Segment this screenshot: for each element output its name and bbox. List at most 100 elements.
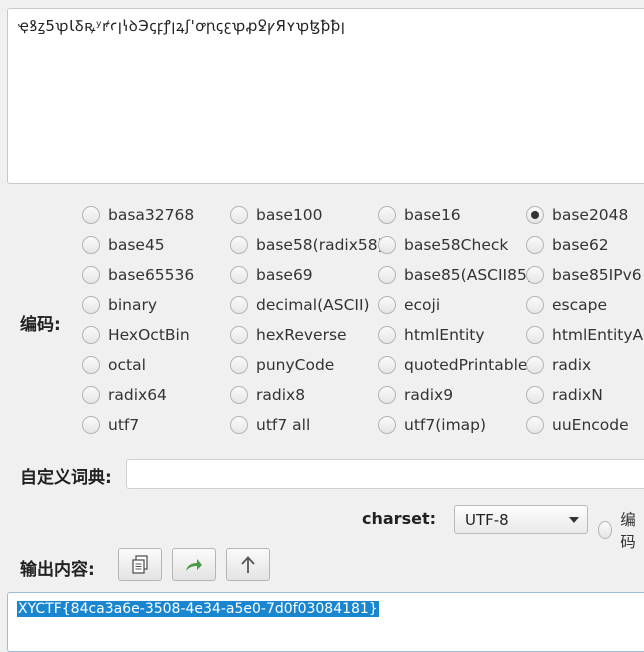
radio-circle[interactable] (82, 416, 100, 434)
radio-circle[interactable] (378, 266, 396, 284)
radio-circle[interactable] (82, 386, 100, 404)
radio-utf7-all[interactable]: utf7 all (230, 410, 310, 440)
radio-circle[interactable] (230, 296, 248, 314)
radio-radix9[interactable]: radix9 (378, 380, 453, 410)
radio-radix8[interactable]: radix8 (230, 380, 305, 410)
input-textarea[interactable]: ҿꝸꙁ5ꝕꙆꝽꝶʸꝵꜥꞁꝇꝺЭꞔꝼꝭꞁꝝʃꞌꝍꞃꞔꜫꝕꝓꝿꝩЯʏꝕꜩꝥꝥꞁ (7, 8, 644, 184)
radio-label: octal (108, 356, 146, 374)
radio-circle[interactable] (230, 236, 248, 254)
radio-base65536[interactable]: base65536 (82, 260, 194, 290)
radio-label: htmlEntityAll (552, 326, 644, 344)
radio-label: escape (552, 296, 608, 314)
radio-circle[interactable] (82, 236, 100, 254)
radio-circle[interactable] (82, 326, 100, 344)
radio-circle[interactable] (82, 206, 100, 224)
radio-label: basa32768 (108, 206, 195, 224)
charset-selected-value: UTF-8 (465, 510, 509, 529)
radio-circle[interactable] (230, 356, 248, 374)
radio-label: base16 (404, 206, 461, 224)
radio-circle[interactable] (378, 236, 396, 254)
radio-quotedprintable[interactable]: quotedPrintable (378, 350, 527, 380)
radio-circle[interactable] (378, 386, 396, 404)
radio-ecoji[interactable]: ecoji (378, 290, 440, 320)
radio-utf7[interactable]: utf7 (82, 410, 139, 440)
radio-circle[interactable] (526, 296, 544, 314)
charset-select[interactable]: UTF-8 (454, 505, 588, 534)
radio-label: utf7(imap) (404, 416, 487, 434)
radio-htmlentityall[interactable]: htmlEntityAll (526, 320, 644, 350)
share-arrow-icon (186, 558, 202, 571)
custom-dictionary-input[interactable] (126, 459, 644, 489)
radio-selected-dot (531, 211, 539, 219)
radio-circle[interactable] (82, 296, 100, 314)
radio-circle[interactable] (378, 206, 396, 224)
radio-uuencode[interactable]: uuEncode (526, 410, 629, 440)
radio-punycode[interactable]: punyCode (230, 350, 334, 380)
radio-base100[interactable]: base100 (230, 200, 323, 230)
radio-base16[interactable]: base16 (378, 200, 461, 230)
radio-circle[interactable] (230, 266, 248, 284)
radio-decimal-ascii[interactable]: decimal(ASCII) (230, 290, 370, 320)
output-text-selected: XYCTF{84ca3a6e-3508-4e34-a5e0-7d0f030841… (17, 601, 379, 617)
radio-circle[interactable] (598, 521, 613, 539)
radio-base62[interactable]: base62 (526, 230, 609, 260)
radio-label: htmlEntity (404, 326, 485, 344)
charset-radio-label: 编码 (620, 511, 636, 551)
radio-binary[interactable]: binary (82, 290, 157, 320)
radio-circle[interactable] (230, 206, 248, 224)
copy-icon (132, 554, 148, 574)
radio-htmlentity[interactable]: htmlEntity (378, 320, 485, 350)
radio-base69[interactable]: base69 (230, 260, 313, 290)
radio-label: base100 (256, 206, 323, 224)
radio-circle[interactable] (378, 356, 396, 374)
move-up-button[interactable] (226, 548, 270, 581)
radio-label: base85IPv6 (552, 266, 642, 284)
input-text: ҿꝸꙁ5ꝕꙆꝽꝶʸꝵꜥꞁꝇꝺЭꞔꝼꝭꞁꝝʃꞌꝍꞃꞔꜫꝕꝓꝿꝩЯʏꝕꜩꝥꝥꞁ (18, 17, 346, 35)
radio-base85-ascii85[interactable]: base85(ASCII85) (378, 260, 533, 290)
radio-circle[interactable] (378, 416, 396, 434)
radio-label: binary (108, 296, 158, 314)
radio-circle[interactable] (230, 326, 248, 344)
radio-base58check[interactable]: base58Check (378, 230, 508, 260)
radio-circle[interactable] (526, 386, 544, 404)
radio-label: base45 (108, 236, 165, 254)
radio-label: radix64 (108, 386, 167, 404)
output-textarea[interactable]: XYCTF{84ca3a6e-3508-4e34-a5e0-7d0f030841… (7, 592, 644, 652)
radio-circle[interactable] (526, 236, 544, 254)
radio-circle[interactable] (526, 266, 544, 284)
radio-circle[interactable] (526, 416, 544, 434)
radio-circle[interactable] (230, 386, 248, 404)
radio-label: base65536 (108, 266, 195, 284)
radio-octal[interactable]: octal (82, 350, 146, 380)
radio-circle[interactable] (82, 266, 100, 284)
radio-base85ipv6[interactable]: base85IPv6 (526, 260, 642, 290)
radio-radix[interactable]: radix (526, 350, 591, 380)
radio-label: punyCode (256, 356, 335, 374)
radio-base58-radix58[interactable]: base58(radix58) (230, 230, 384, 260)
radio-basa32768[interactable]: basa32768 (82, 200, 194, 230)
radio-hexreverse[interactable]: hexReverse (230, 320, 347, 350)
radio-circle-selected[interactable] (526, 206, 544, 224)
charset-encode-radio[interactable]: 编码 (598, 508, 644, 552)
radio-label: utf7 all (256, 416, 311, 434)
output-label: 输出内容: (20, 560, 95, 580)
radio-label: base62 (552, 236, 609, 254)
radio-circle[interactable] (378, 326, 396, 344)
radio-circle[interactable] (230, 416, 248, 434)
radio-escape[interactable]: escape (526, 290, 607, 320)
radio-circle[interactable] (526, 356, 544, 374)
radio-circle[interactable] (526, 326, 544, 344)
radio-radix64[interactable]: radix64 (82, 380, 167, 410)
radio-circle[interactable] (378, 296, 396, 314)
radio-hexoctbin[interactable]: HexOctBin (82, 320, 190, 350)
radio-label: ecoji (404, 296, 441, 314)
radio-label: hexReverse (256, 326, 347, 344)
radio-utf7-imap[interactable]: utf7(imap) (378, 410, 486, 440)
radio-circle[interactable] (82, 356, 100, 374)
radio-base45[interactable]: base45 (82, 230, 165, 260)
copy-button[interactable] (118, 548, 162, 581)
share-button[interactable] (172, 548, 216, 581)
radio-base2048[interactable]: base2048 (526, 200, 628, 230)
radio-label: base58(radix58) (256, 236, 384, 254)
radio-radixn[interactable]: radixN (526, 380, 603, 410)
